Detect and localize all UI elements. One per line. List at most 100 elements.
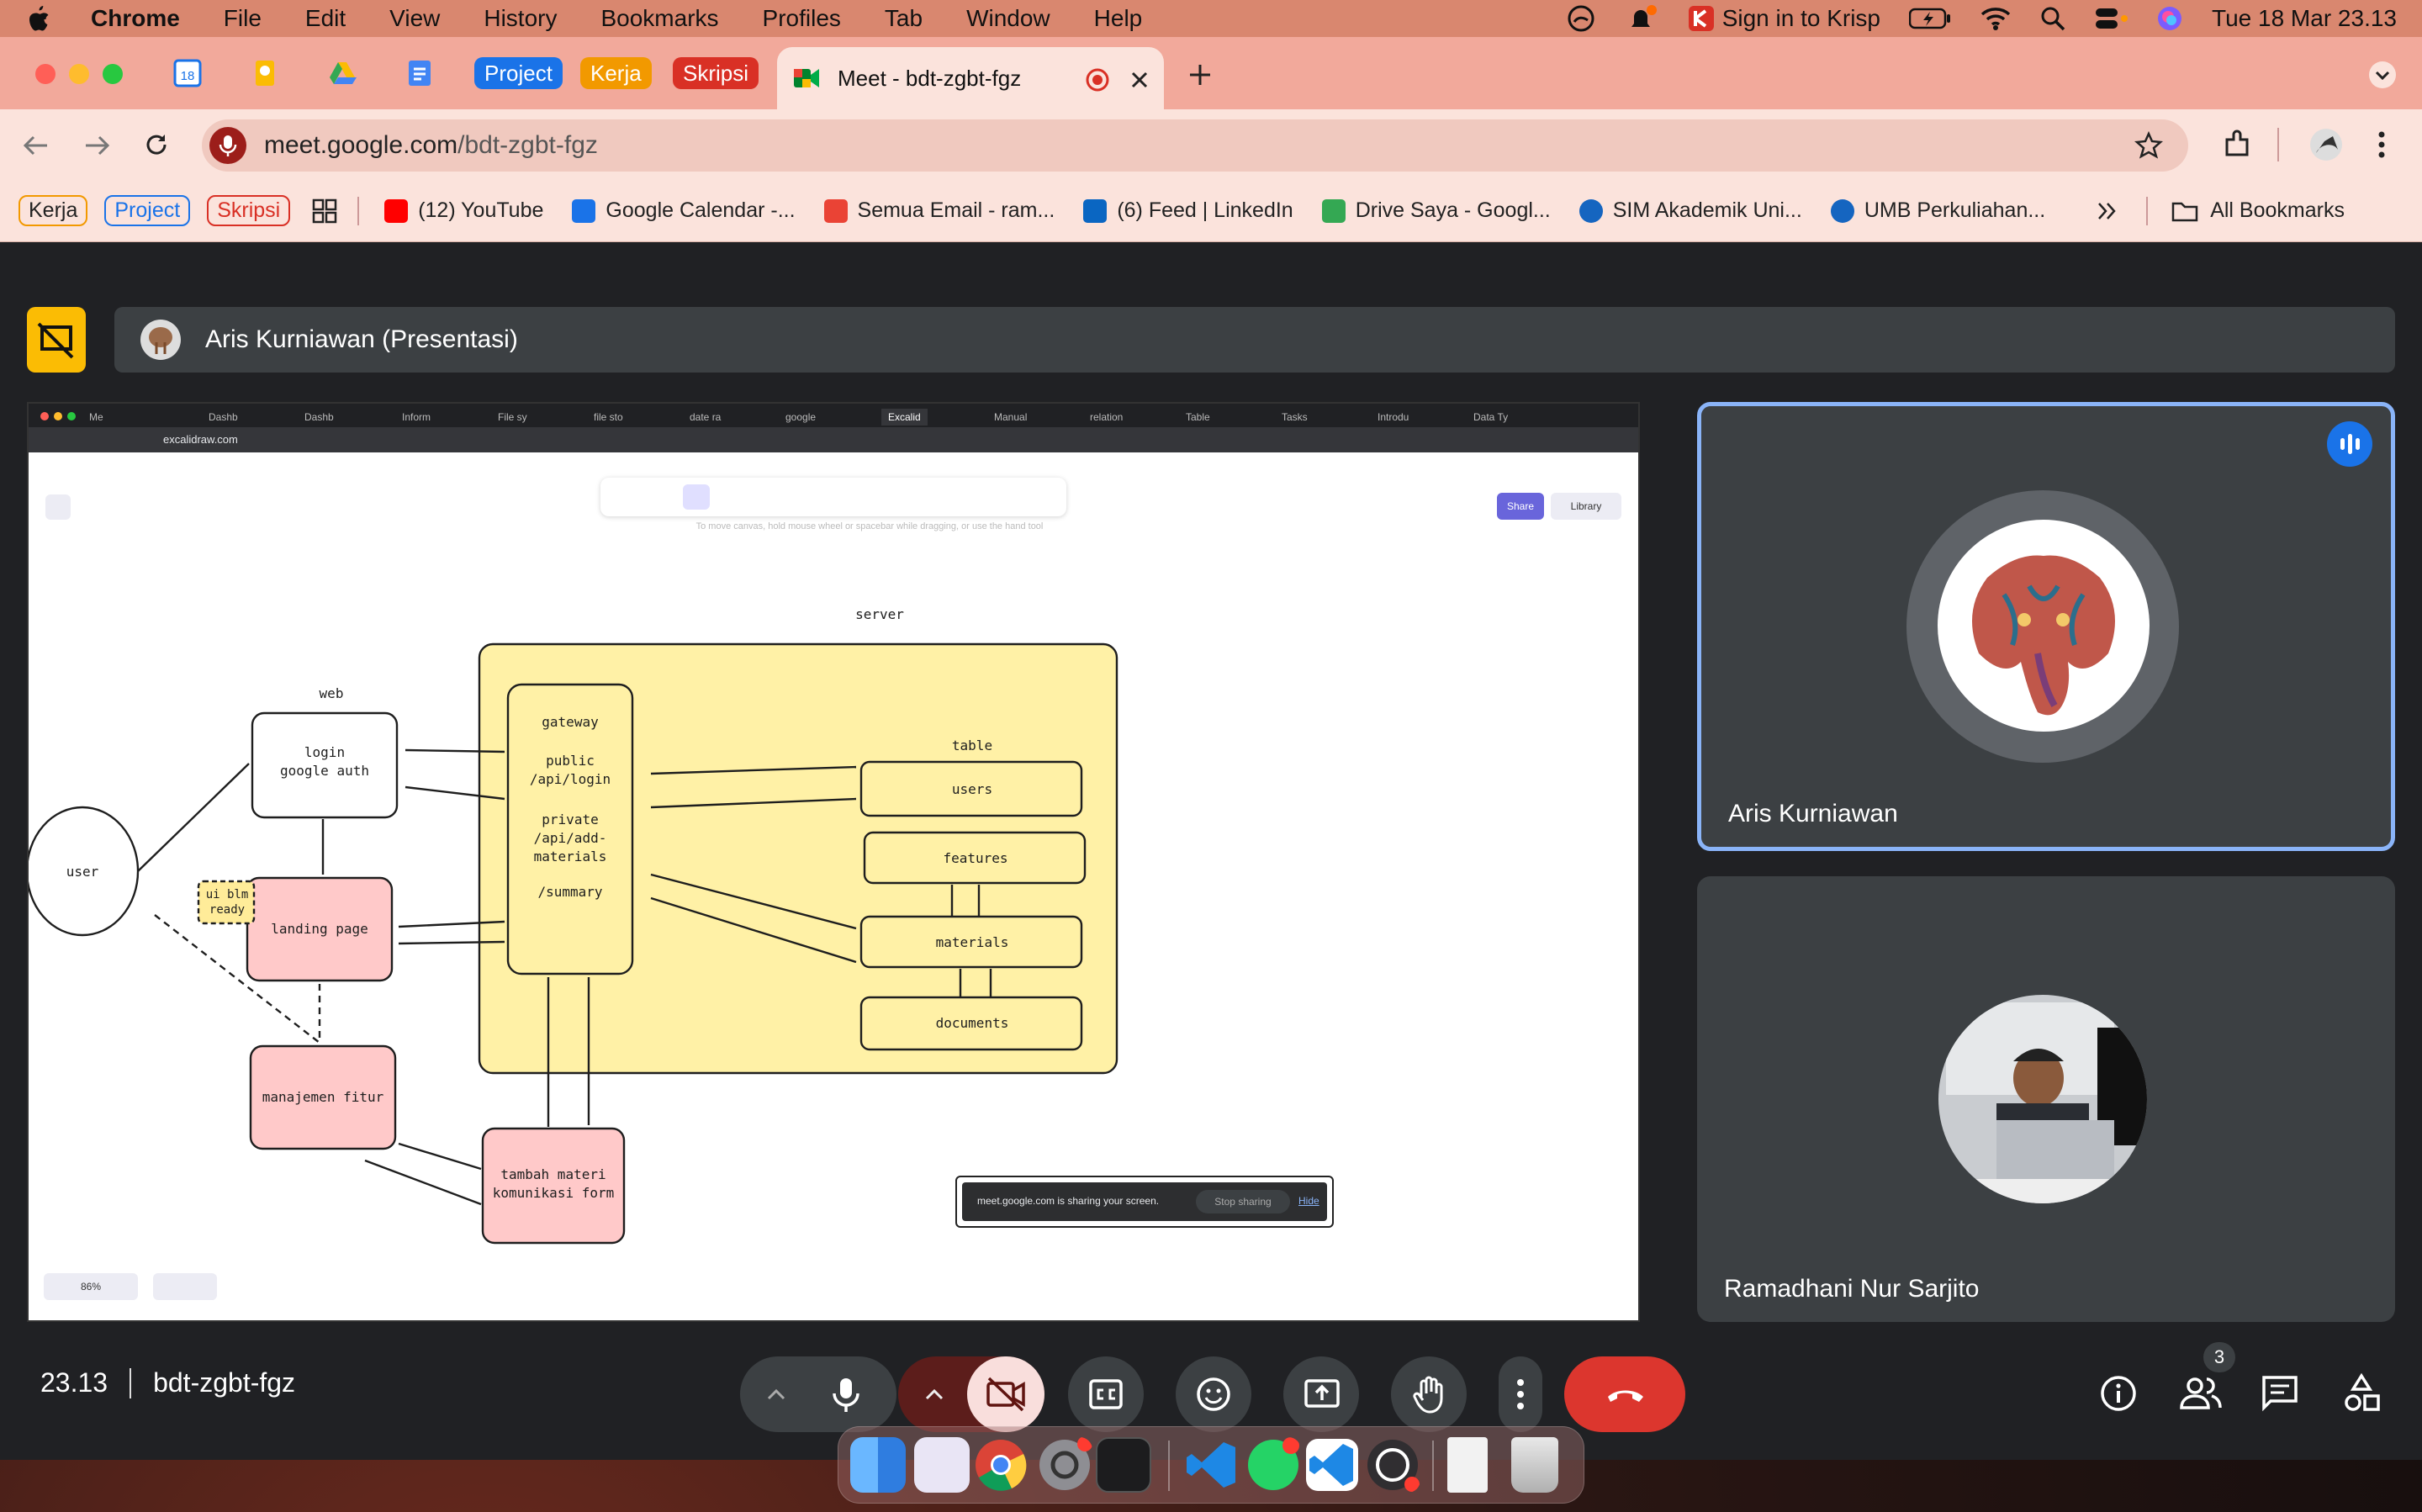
reload-icon[interactable] xyxy=(143,131,170,158)
camera-control xyxy=(898,1356,1044,1432)
leave-call-button[interactable] xyxy=(1564,1356,1685,1432)
calendar-tab-icon[interactable]: 18 xyxy=(173,59,202,87)
menu-profiles[interactable]: Profiles xyxy=(763,5,841,32)
participant-tile-ramadhani[interactable]: Ramadhani Nur Sarjito xyxy=(1697,876,2395,1322)
stop-presenting-button[interactable] xyxy=(27,307,86,373)
screen-record-icon[interactable] xyxy=(1566,3,1596,34)
trash-icon[interactable] xyxy=(1511,1437,1558,1493)
bookmark-group-skripsi[interactable]: Skripsi xyxy=(207,195,291,226)
label-note-2: ready xyxy=(209,903,245,917)
control-center-icon[interactable] xyxy=(2094,6,2129,31)
vscode-insiders-icon[interactable] xyxy=(1304,1437,1360,1493)
meeting-info-icon[interactable] xyxy=(2099,1374,2138,1413)
drive-tab-icon[interactable] xyxy=(328,59,357,87)
all-bookmarks[interactable]: All Bookmarks xyxy=(2171,198,2345,223)
microphone-icon[interactable] xyxy=(828,1375,865,1414)
close-window-button[interactable] xyxy=(35,64,56,84)
menu-file[interactable]: File xyxy=(224,5,262,32)
forward-icon[interactable] xyxy=(82,133,111,158)
url-path: /bdt-zgbt-fgz xyxy=(457,131,598,159)
krisp-signin-label[interactable]: Sign in to Krisp xyxy=(1722,5,1880,32)
camera-options-chevron-icon[interactable] xyxy=(923,1383,945,1405)
krisp-icon[interactable] xyxy=(1687,4,1716,33)
bookmark-sim-akademik[interactable]: SIM Akademik Uni... xyxy=(1579,198,1802,223)
keep-tab-icon[interactable] xyxy=(251,59,279,87)
chrome-dock-icon[interactable] xyxy=(973,1437,1029,1493)
meeting-time: 23.13 xyxy=(40,1367,108,1398)
tab-meet[interactable]: Meet - bdt-zgbt-fgz xyxy=(777,47,1164,109)
notification-bell-icon[interactable] xyxy=(1625,3,1658,34)
menubar-clock[interactable]: Tue 18 Mar 23.13 xyxy=(2212,5,2397,32)
bookmark-drive[interactable]: Drive Saya - Googl... xyxy=(1321,198,1551,223)
bookmark-linkedin[interactable]: (6) Feed | LinkedIn xyxy=(1083,198,1293,223)
menu-edit[interactable]: Edit xyxy=(305,5,346,32)
camera-toggle-button[interactable] xyxy=(967,1356,1044,1432)
siri-icon[interactable] xyxy=(2156,5,2183,32)
participant-name-ramadhani: Ramadhani Nur Sarjito xyxy=(1724,1275,1980,1303)
tab-strip: 18 Project Kerja Skripsi Meet - bdt-zgbt… xyxy=(0,37,2422,109)
tab-search-icon[interactable] xyxy=(2368,61,2397,89)
closed-captions-icon xyxy=(1089,1379,1123,1409)
bookmark-group-kerja[interactable]: Kerja xyxy=(19,195,88,226)
finder-icon[interactable] xyxy=(850,1437,906,1493)
extensions-icon[interactable] xyxy=(2222,130,2252,160)
chrome-menu-icon[interactable] xyxy=(2373,130,2390,160)
apple-icon[interactable] xyxy=(25,4,50,33)
more-bookmarks-icon[interactable] xyxy=(2096,200,2118,222)
reactions-button[interactable] xyxy=(1176,1356,1251,1432)
battery-icon[interactable] xyxy=(1909,8,1951,29)
menu-tab[interactable]: Tab xyxy=(885,5,923,32)
label-table: table xyxy=(952,737,992,753)
present-screen-button[interactable] xyxy=(1283,1356,1359,1432)
tab-group-project[interactable]: Project xyxy=(474,57,563,89)
undo-redo-control[interactable] xyxy=(153,1273,217,1300)
profile-avatar[interactable] xyxy=(2309,128,2343,161)
menu-help[interactable]: Help xyxy=(1094,5,1143,32)
close-tab-icon[interactable] xyxy=(1130,71,1149,89)
wifi-icon[interactable] xyxy=(1980,6,2012,31)
bookmark-gmail[interactable]: Semua Email - ram... xyxy=(823,198,1055,223)
hide-button[interactable]: Hide xyxy=(1298,1195,1319,1207)
mic-site-icon[interactable] xyxy=(209,126,247,165)
minimize-window-button[interactable] xyxy=(69,64,89,84)
menu-view[interactable]: View xyxy=(389,5,440,32)
raise-hand-button[interactable] xyxy=(1391,1356,1467,1432)
activities-icon[interactable] xyxy=(2341,1372,2382,1413)
chat-icon[interactable] xyxy=(2261,1374,2299,1413)
apps-grid-icon[interactable] xyxy=(312,198,337,224)
people-button[interactable]: 3 xyxy=(2180,1342,2235,1413)
participant-tile-aris[interactable]: Aris Kurniawan xyxy=(1697,402,2395,851)
gmail-icon xyxy=(823,198,848,223)
whatsapp-icon[interactable] xyxy=(1245,1437,1301,1493)
menu-app[interactable]: Chrome xyxy=(91,5,180,32)
tab-group-skripsi[interactable]: Skripsi xyxy=(673,57,759,89)
tab-group-kerja[interactable]: Kerja xyxy=(580,57,652,89)
system-settings-icon[interactable] xyxy=(1037,1437,1092,1493)
bookmark-calendar[interactable]: Google Calendar -... xyxy=(572,198,796,223)
docs-tab-icon[interactable] xyxy=(405,59,434,87)
menu-window[interactable]: Window xyxy=(966,5,1050,32)
launchpad-icon[interactable] xyxy=(914,1437,970,1493)
captions-button[interactable] xyxy=(1068,1356,1144,1432)
more-options-button[interactable] xyxy=(1499,1356,1542,1432)
html-document-icon[interactable] xyxy=(1447,1437,1488,1493)
calendar-icon xyxy=(572,198,596,223)
terminal-icon[interactable] xyxy=(1096,1437,1151,1493)
bookmark-youtube[interactable]: (12) YouTube xyxy=(384,198,543,223)
vscode-icon[interactable] xyxy=(1183,1437,1239,1493)
obs-icon[interactable] xyxy=(1365,1437,1420,1493)
bookmark-star-icon[interactable] xyxy=(2134,131,2163,160)
menu-history[interactable]: History xyxy=(484,5,557,32)
new-tab-icon[interactable] xyxy=(1187,62,1213,87)
stop-sharing-button[interactable]: Stop sharing xyxy=(1196,1190,1290,1213)
back-icon[interactable] xyxy=(22,133,50,158)
label-documents: documents xyxy=(936,1015,1009,1031)
menu-bookmarks[interactable]: Bookmarks xyxy=(600,5,718,32)
zoom-window-button[interactable] xyxy=(103,64,123,84)
address-bar[interactable]: meet.google.com/bdt-zgbt-fgz xyxy=(202,119,2188,172)
mic-options-chevron-icon[interactable] xyxy=(765,1383,787,1405)
bookmark-umb[interactable]: UMB Perkuliahan... xyxy=(1830,198,2045,223)
zoom-control[interactable]: 86% xyxy=(44,1273,138,1300)
spotlight-search-icon[interactable] xyxy=(2040,6,2065,31)
bookmark-group-project[interactable]: Project xyxy=(104,195,191,226)
